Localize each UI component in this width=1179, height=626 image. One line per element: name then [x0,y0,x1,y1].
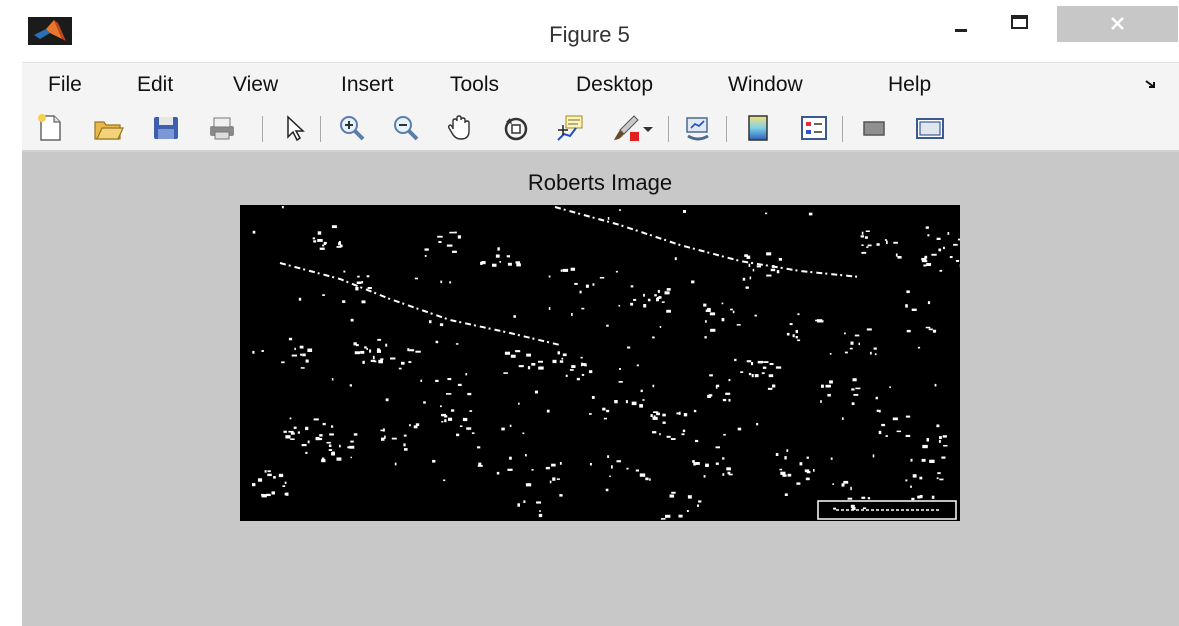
menu-view[interactable]: View [233,73,278,97]
toolbar-separator [262,116,263,142]
edit-plot-arrow-icon[interactable] [278,112,310,144]
new-figure-icon[interactable] [34,112,66,144]
toolbar-separator [668,116,669,142]
menu-window[interactable]: Window [728,73,803,97]
menu-tools[interactable]: Tools [450,73,499,97]
edge-image-canvas [240,205,960,521]
show-plot-tools-icon[interactable] [914,112,946,144]
close-icon [1111,17,1124,30]
pan-hand-icon[interactable] [444,112,476,144]
menu-bar: File Edit View Insert Tools Desktop Wind… [22,62,1179,107]
menu-file[interactable]: File [48,73,82,97]
menu-help[interactable]: Help [888,73,931,97]
insert-legend-icon[interactable] [798,112,830,144]
print-icon[interactable] [206,112,238,144]
menu-desktop[interactable]: Desktop [576,73,653,97]
save-icon[interactable] [150,112,182,144]
figure-window: Figure 5 File Edit View Insert Tools Des… [0,0,1179,626]
roberts-edge-image[interactable] [240,205,960,521]
zoom-out-icon[interactable] [390,112,422,144]
maximize-icon [1011,15,1028,29]
figure-toolbar [22,106,1179,152]
menu-insert[interactable]: Insert [341,73,394,97]
rotate-3d-icon[interactable] [500,112,532,144]
hide-plot-tools-icon[interactable] [858,112,890,144]
toolbar-separator [726,116,727,142]
toolbar-separator [842,116,843,142]
figure-canvas: Roberts Image [22,152,1179,626]
insert-colorbar-icon[interactable] [742,112,774,144]
zoom-in-icon[interactable] [336,112,368,144]
title-bar[interactable]: Figure 5 [0,0,1179,60]
open-file-icon[interactable] [92,112,124,144]
maximize-button[interactable] [995,6,1043,42]
dock-arrow-icon[interactable] [1140,73,1162,95]
minimize-icon [955,29,967,32]
axes-title: Roberts Image [527,170,673,195]
close-button[interactable] [1057,6,1178,42]
data-cursor-icon[interactable] [554,112,586,144]
brush-dropdown-icon[interactable] [638,112,658,144]
menu-edit[interactable]: Edit [137,73,173,97]
minimize-button[interactable] [935,6,983,42]
toolbar-separator [320,116,321,142]
link-plot-icon[interactable] [682,112,714,144]
